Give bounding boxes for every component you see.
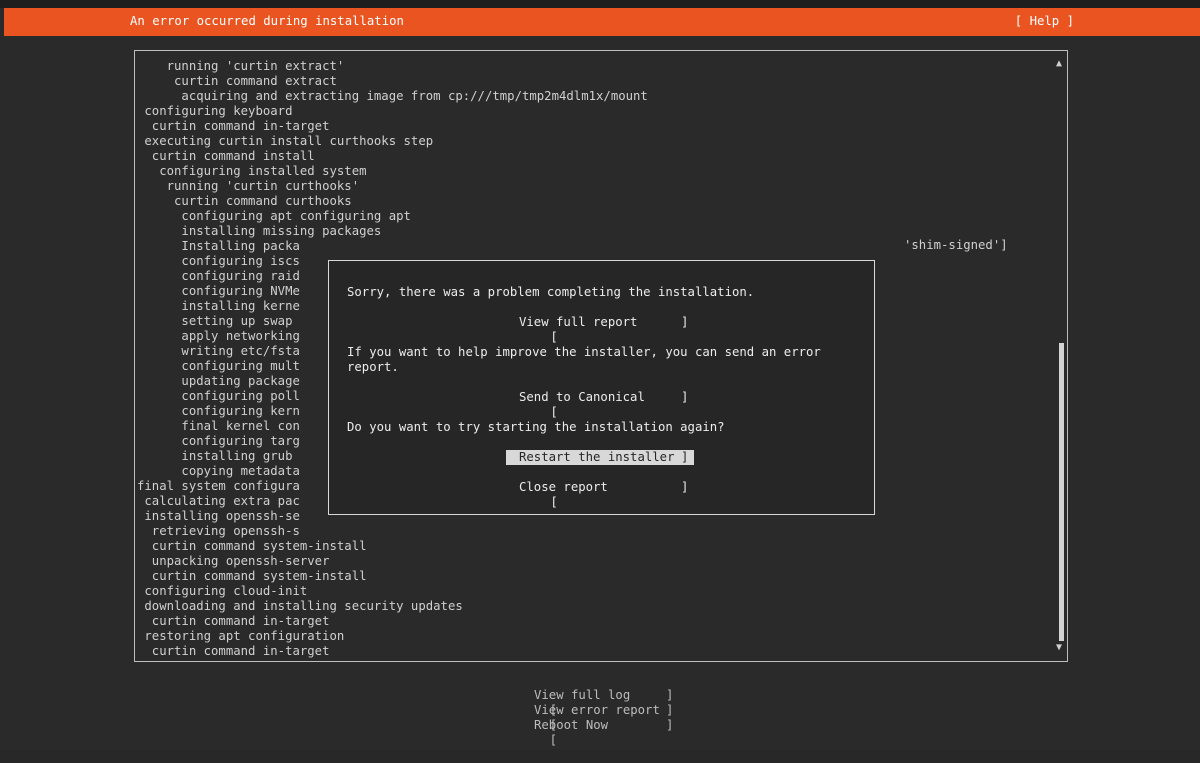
log-line: curtin command in-target: [137, 644, 330, 658]
log-line: configuring mult: [137, 359, 300, 373]
reboot-now-label: Reboot Now: [534, 718, 609, 732]
log-line: final system configura: [137, 479, 300, 493]
log-line: unpacking openssh-server: [137, 554, 330, 568]
dialog-message-problem: Sorry, there was a problem completing th…: [347, 285, 755, 299]
error-dialog: Sorry, there was a problem completing th…: [328, 260, 875, 515]
log-line: curtin command system-install: [137, 569, 367, 583]
bracket-open: [: [550, 495, 558, 509]
log-line: restoring apt configuration: [137, 629, 345, 643]
log-overflow-text: 'shim-signed']: [904, 238, 1008, 252]
installer-screen: An error occurred during installation [ …: [0, 0, 1200, 749]
bracket-close: ]: [666, 703, 674, 717]
dialog-message-help-line2: report.: [347, 360, 399, 374]
bracket-open: [: [550, 405, 558, 419]
log-line: installing missing packages: [137, 224, 382, 238]
log-line: apply networking: [137, 329, 300, 343]
log-line: configuring iscs: [137, 254, 300, 268]
send-to-canonical-button[interactable]: [Send to Canonical]: [506, 390, 688, 419]
send-to-canonical-label: Send to Canonical: [519, 390, 645, 404]
view-full-log-label: View full log: [534, 688, 631, 702]
log-line: configuring NVMe: [137, 284, 300, 298]
close-report-label: Close report: [519, 480, 608, 494]
log-line: downloading and installing security upda…: [137, 599, 463, 613]
top-strip: [0, 0, 1200, 8]
help-button[interactable]: [ Help ]: [1015, 14, 1074, 28]
log-line: configuring kern: [137, 404, 300, 418]
view-full-report-label: View full report: [519, 315, 638, 329]
header-bar: An error occurred during installation [ …: [4, 8, 1200, 36]
log-line: configuring cloud-init: [137, 584, 308, 598]
log-line: configuring keyboard: [137, 104, 293, 118]
log-line: configuring installed system: [137, 164, 367, 178]
log-line: installing openssh-se: [137, 509, 300, 523]
log-line: curtin command system-install: [137, 539, 367, 553]
scroll-down-arrow-icon[interactable]: ▼: [1056, 642, 1062, 653]
log-line: writing etc/fsta: [137, 344, 300, 358]
view-full-report-button[interactable]: [View full report]: [506, 315, 688, 344]
bracket-close: ]: [666, 688, 674, 702]
bracket-open: [: [550, 465, 558, 479]
log-line: updating package: [137, 374, 300, 388]
dialog-message-restart: Do you want to try starting the installa…: [347, 420, 725, 434]
restart-installer-label: Restart the installer: [519, 450, 675, 464]
log-line: configuring targ: [137, 434, 300, 448]
bracket-open: [: [549, 733, 558, 747]
scroll-up-arrow-icon[interactable]: ▲: [1056, 58, 1062, 69]
log-line: final kernel con: [137, 419, 300, 433]
bracket-close: ]: [681, 390, 689, 404]
log-line: acquiring and extracting image from cp:/…: [137, 89, 648, 103]
dialog-message-help-line1: If you want to help improve the installe…: [347, 345, 821, 359]
log-line: installing grub: [137, 449, 293, 463]
log-line: running 'curtin curthooks': [137, 179, 360, 193]
log-scrollbar-thumb[interactable]: [1059, 343, 1064, 641]
bracket-open: [: [550, 330, 558, 344]
bracket-close: ]: [666, 718, 674, 732]
bracket-close: ]: [681, 450, 689, 464]
log-line: curtin command extract: [137, 74, 337, 88]
log-line: curtin command in-target: [137, 614, 330, 628]
log-line: curtin command curthooks: [137, 194, 352, 208]
log-line: curtin command install: [137, 149, 315, 163]
close-report-button[interactable]: [Close report]: [506, 480, 688, 509]
log-line: copying metadata: [137, 464, 300, 478]
log-line: configuring raid: [137, 269, 300, 283]
view-full-log-button[interactable]: [View full log]: [520, 688, 673, 717]
log-line: curtin command in-target: [137, 119, 330, 133]
reboot-now-button[interactable]: [Reboot Now]: [520, 718, 673, 747]
restart-installer-button[interactable]: [Restart the installer]: [506, 450, 694, 479]
log-line: Installing packa: [137, 239, 300, 253]
log-line: running 'curtin extract': [137, 59, 345, 73]
view-error-report-button[interactable]: [View error report]: [520, 703, 673, 732]
view-error-report-label: View error report: [534, 703, 660, 717]
log-line: retrieving openssh-s: [137, 524, 300, 538]
log-line: configuring poll: [137, 389, 300, 403]
log-line: installing kerne: [137, 299, 300, 313]
log-line: configuring apt configuring apt: [137, 209, 411, 223]
log-line: calculating extra pac: [137, 494, 300, 508]
log-line: executing curtin install curthooks step: [137, 134, 434, 148]
bracket-close: ]: [681, 480, 689, 494]
page-title: An error occurred during installation: [130, 14, 404, 28]
log-line: setting up swap: [137, 314, 293, 328]
bracket-close: ]: [681, 315, 689, 329]
